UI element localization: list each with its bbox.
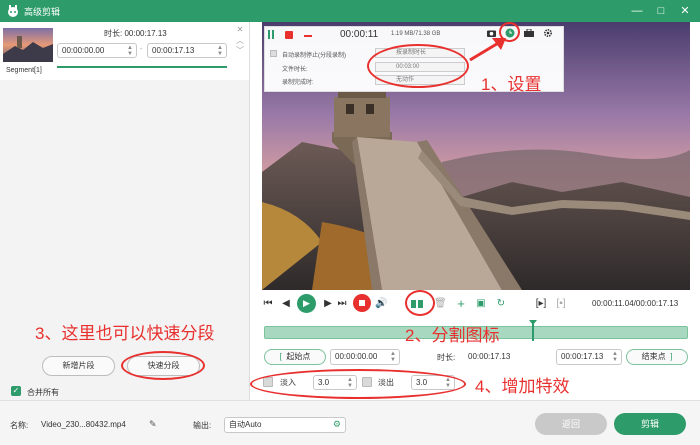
skip-end-icon[interactable]: ⏭	[336, 294, 348, 314]
player-controls: ⏮ ◀ ▶ ▶ ⏭ 🔊 🗑 + ▣ ↻ [▸] [▪] 00:00:11.04/…	[262, 294, 690, 314]
spinner-icon[interactable]: ▲ ▼	[127, 45, 133, 57]
gear-icon[interactable]	[543, 28, 553, 38]
maximize-button[interactable]: □	[652, 2, 670, 20]
mark-out-icon[interactable]: [▪]	[554, 294, 568, 314]
cut-duration-value: 00:00:17.13	[468, 352, 511, 361]
annotation-4: 4、增加特效	[475, 377, 570, 396]
pause-icon[interactable]	[268, 30, 274, 39]
add-segment-button[interactable]: 新增片段	[42, 356, 115, 376]
segment-name: Segment[1]	[6, 67, 42, 74]
stop-icon[interactable]	[285, 31, 293, 39]
on-complete-label: 录制完成时:	[282, 80, 314, 86]
minimize-record-icon[interactable]	[304, 35, 312, 37]
chevron-up-icon[interactable]: ︿	[236, 37, 244, 45]
cut-duration-label: 时长:	[437, 353, 456, 362]
annotation-arrow	[469, 38, 506, 62]
range-separator: -	[140, 46, 143, 53]
annotation-1: 1、设置	[481, 75, 542, 94]
merge-all-checkbox[interactable]: ✓	[11, 386, 21, 396]
segment-start-input[interactable]: 00:00:00.00 ▲ ▼	[57, 43, 137, 58]
add-icon[interactable]: +	[455, 294, 467, 314]
annotation-ring-split	[405, 290, 435, 316]
segment-end-input[interactable]: 00:00:17.13 ▲ ▼	[147, 43, 227, 58]
annotation-ring-quick-split	[121, 351, 205, 380]
output-select[interactable]: 自动Auto ⚙	[224, 417, 346, 433]
segment-duration: 时长: 00:00:17.13	[104, 29, 167, 38]
auto-stop-label: 自动录制停止(分段录制)	[282, 53, 346, 59]
annotation-3: 3、这里也可以快速分段	[35, 324, 215, 343]
file-duration-label: 文件时长:	[282, 67, 308, 73]
set-end-button[interactable]: 结束点 ]	[626, 349, 688, 365]
time-readout: 00:00:11.04/00:00:17.13	[592, 299, 679, 308]
mark-in-icon[interactable]: [▸]	[534, 294, 548, 314]
back-button[interactable]: 返回	[535, 413, 607, 435]
step-forward-icon[interactable]: ▶	[322, 294, 334, 314]
annotation-ring-fade	[250, 369, 466, 399]
set-start-button[interactable]: [ 起始点	[264, 349, 326, 365]
copy-icon[interactable]: ▣	[475, 294, 487, 314]
output-label: 输出:	[193, 421, 212, 430]
chevron-down-icon[interactable]: ﹀	[236, 47, 244, 55]
toolbox-icon[interactable]	[524, 29, 534, 37]
volume-icon[interactable]: 🔊	[375, 294, 387, 314]
play-button[interactable]: ▶	[297, 294, 316, 313]
step-back-icon[interactable]: ◀	[280, 294, 292, 314]
annotation-2: 2、分割图标	[405, 326, 500, 345]
record-elapsed: 00:00:11	[340, 29, 379, 40]
edit-button[interactable]: 剪辑	[614, 413, 686, 435]
reset-icon[interactable]: ↻	[495, 294, 507, 314]
file-name: Video_230...80432.mp4	[41, 420, 126, 429]
annotation-ring-settings-panel	[367, 44, 469, 88]
close-button[interactable]: ✕	[676, 2, 694, 20]
edit-name-icon[interactable]: ✎	[149, 419, 157, 430]
stop-button[interactable]	[353, 294, 371, 312]
record-size: 1.19 MB/71.38 GB	[391, 31, 441, 37]
playhead-marker-icon	[529, 320, 537, 325]
file-name-label: 名称:	[10, 421, 29, 430]
minimize-button[interactable]: —	[628, 2, 646, 20]
spinner-icon[interactable]: ▲ ▼	[217, 45, 223, 57]
title-bar: 高级剪辑 — □ ✕	[0, 0, 700, 22]
gear-icon[interactable]: ⚙	[333, 418, 341, 431]
window-title: 高级剪辑	[24, 7, 61, 17]
delete-icon[interactable]: 🗑	[434, 294, 447, 314]
skip-start-icon[interactable]: ⏮	[262, 294, 274, 314]
close-icon[interactable]: ✕	[236, 26, 244, 34]
app-logo-icon	[8, 5, 18, 17]
segment-progress	[57, 66, 227, 68]
segment-thumbnail	[3, 28, 53, 62]
cut-start-input[interactable]: 00:00:00.00 ▲ ▼	[330, 349, 400, 365]
auto-stop-checkbox[interactable]	[270, 50, 277, 57]
merge-all-label: 合并所有	[27, 388, 59, 397]
cut-end-input[interactable]: 00:00:17.13 ▲ ▼	[556, 349, 622, 365]
